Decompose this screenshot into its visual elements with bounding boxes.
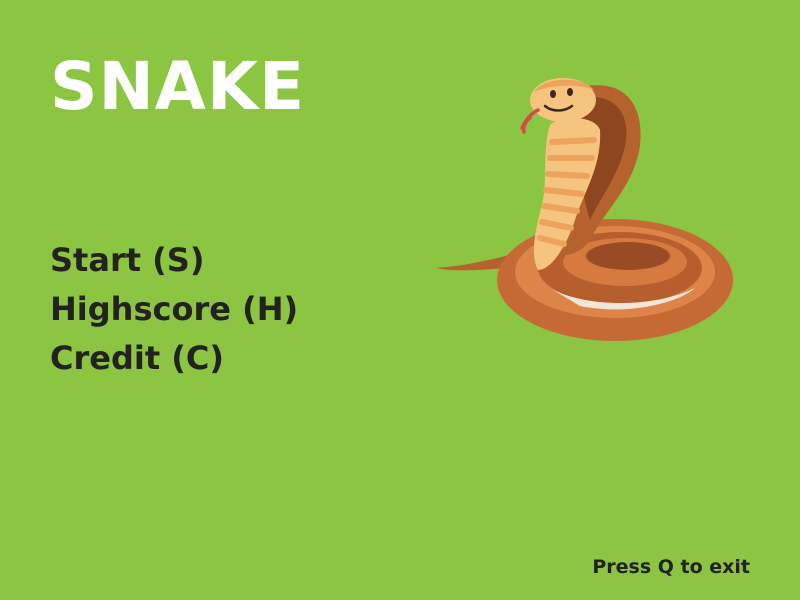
game-screen: SNAKE Start (S) Highscore (H) Credit (C) bbox=[0, 0, 800, 600]
snake-tongue bbox=[520, 108, 540, 134]
menu-item-highscore[interactable]: Highscore (H) bbox=[50, 285, 298, 334]
game-title: SNAKE bbox=[50, 48, 306, 125]
menu-item-credit[interactable]: Credit (C) bbox=[50, 334, 298, 383]
snake-eye bbox=[550, 90, 556, 98]
menu-item-start[interactable]: Start (S) bbox=[50, 236, 298, 285]
exit-hint: Press Q to exit bbox=[592, 556, 750, 578]
cobra-icon bbox=[435, 78, 733, 341]
main-menu: Start (S) Highscore (H) Credit (C) bbox=[50, 236, 298, 383]
